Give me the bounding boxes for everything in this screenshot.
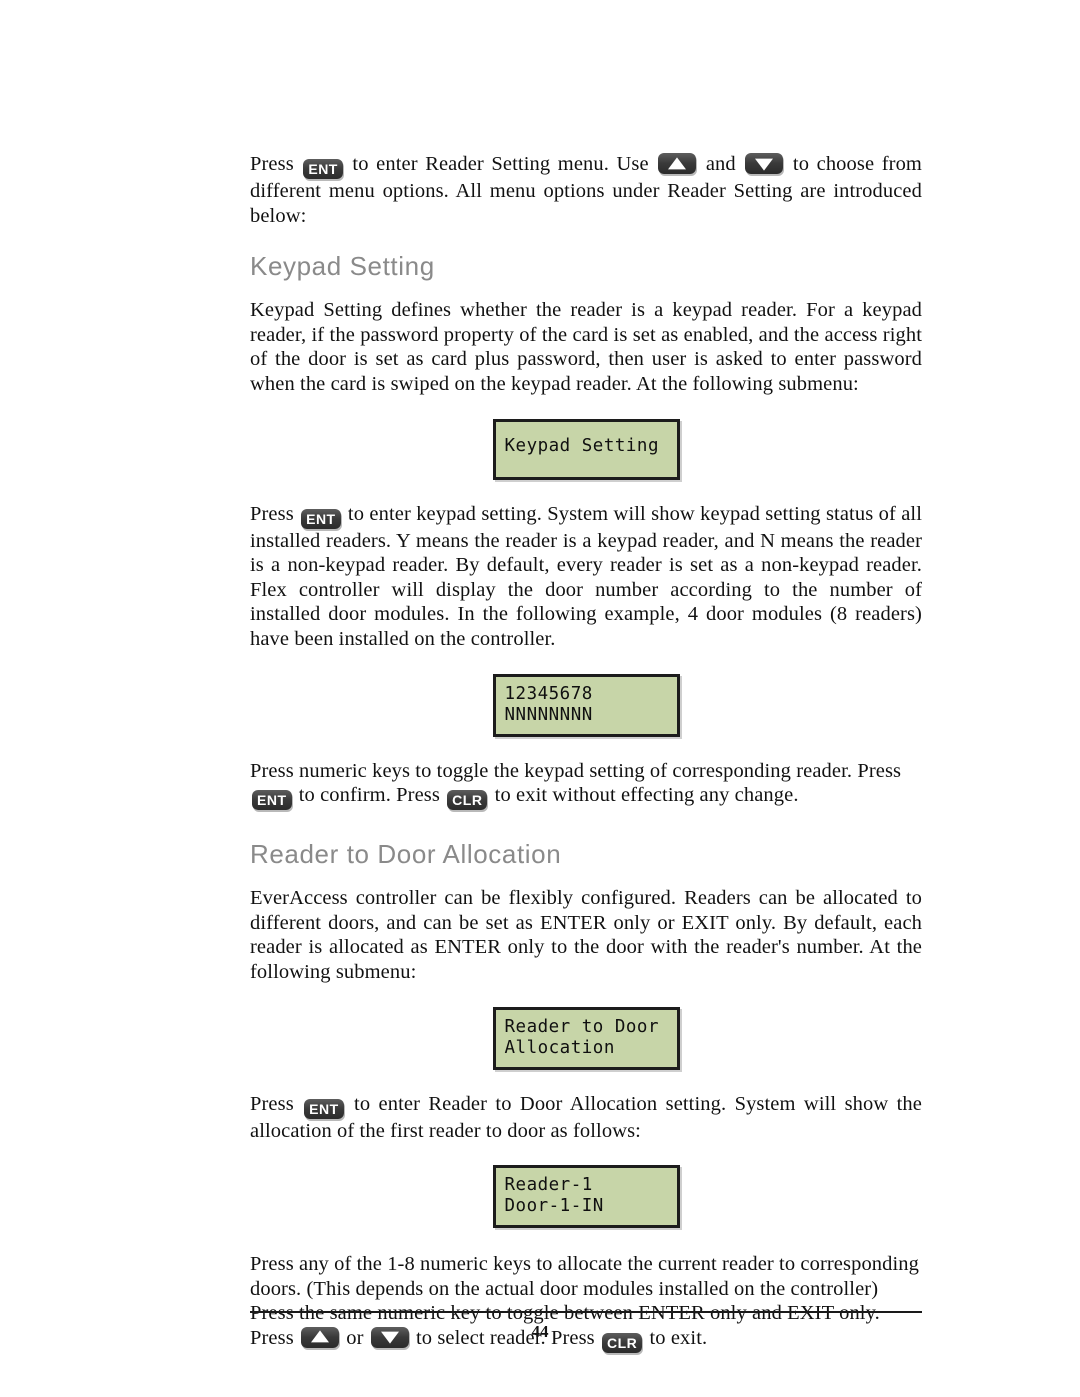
document-page: Press ENT to enter Reader Setting menu. … [0,0,1080,1397]
up-arrow-key-icon[interactable] [658,153,697,174]
lcd-display-reader-to-door: Reader to Door Allocation [492,1006,680,1070]
keypad-setting-paragraph-3: Press numeric keys to toggle the keypad … [250,759,922,811]
lcd-display-keypad-status-wrapper: 12345678 NNNNNNNN [250,673,922,737]
heading-keypad-setting: Keypad Setting [250,251,435,282]
intro-paragraph: Press ENT to enter Reader Setting menu. … [250,152,922,228]
lcd-display-reader-to-door-wrapper: Reader to Door Allocation [250,1006,922,1070]
intro-text-part1: Press [250,153,302,175]
keypad-setting-paragraph-1: Keypad Setting defines whether the reade… [250,299,922,395]
ent-key-icon[interactable]: ENT [301,508,341,529]
rd-p2-part1: Press [250,1092,303,1115]
lcd-line-1: 12345678 [504,683,593,704]
keypad-setting-paragraph-2: Press ENT to enter keypad setting. Syste… [250,502,922,652]
page-number: 44 [531,1322,549,1341]
kp-p3-part3: to exit without effecting any change. [489,784,799,807]
lcd-line-1: Keypad Setting [504,435,660,456]
reader-to-door-paragraph-1: EverAccess controller can be flexibly co… [250,887,922,983]
kp-p3-part1: Press numeric keys to toggle the keypad … [250,759,902,782]
lcd-line-1: Reader-1 [504,1175,593,1196]
down-arrow-key-icon[interactable] [745,153,784,174]
intro-text-part2: to enter Reader Setting menu. Use [344,153,657,175]
intro-text-part3: and [698,153,744,175]
lcd-display-keypad-setting-wrapper: Keypad Setting [250,418,922,480]
kp-p2-part1: Press [250,502,300,525]
down-triangle-icon [755,158,774,171]
ent-key-icon[interactable]: ENT [303,159,343,179]
lcd-line-1: Reader to Door [504,1016,660,1037]
kp-p2-part2: to enter keypad setting. System will sho… [250,502,922,650]
lcd-display-reader-allocation-wrapper: Reader-1 Door-1-IN [250,1165,922,1229]
lcd-display-keypad-setting: Keypad Setting [492,418,680,480]
rd-p2-part2: to enter Reader to Door Allocation setti… [250,1092,922,1142]
clr-key-icon[interactable]: CLR [447,790,488,811]
lcd-display-keypad-status: 12345678 NNNNNNNN [492,673,680,737]
ent-key-icon[interactable]: ENT [304,1098,344,1119]
lcd-line-2: Door-1-IN [504,1196,604,1217]
up-triangle-icon [668,156,687,169]
lcd-line-2: NNNNNNNN [504,704,593,725]
reader-to-door-paragraph-2: Press ENT to enter Reader to Door Alloca… [250,1092,922,1144]
lcd-line-2: Allocation [504,1037,615,1058]
lcd-display-reader-allocation: Reader-1 Door-1-IN [492,1165,680,1229]
heading-reader-to-door-allocation: Reader to Door Allocation [250,839,562,870]
footer-divider [250,1311,922,1313]
kp-p3-part2: to confirm. Press [293,784,446,807]
page-content: Press ENT to enter Reader Setting menu. … [250,152,922,1353]
ent-key-icon[interactable]: ENT [252,790,292,811]
